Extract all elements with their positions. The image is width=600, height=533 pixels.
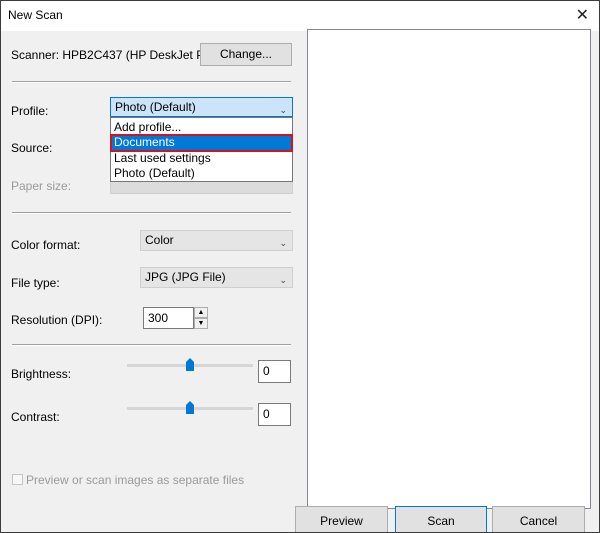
brightness-input[interactable]: 0 (258, 360, 291, 383)
brightness-slider[interactable] (127, 358, 253, 371)
new-scan-window: New Scan ✕ Scanner: HPB2C437 (HP DeskJet… (0, 0, 600, 533)
profile-option-documents[interactable]: Documents (110, 134, 293, 152)
contrast-input[interactable]: 0 (258, 403, 291, 426)
profile-label: Profile: (11, 104, 49, 118)
file-type-select[interactable]: JPG (JPG File) ⌄ (140, 267, 293, 288)
chevron-down-icon: ⌄ (279, 275, 287, 285)
paper-size-label: Paper size: (11, 179, 72, 193)
profile-option-add-profile[interactable]: Add profile... (111, 120, 292, 136)
separator (12, 212, 291, 214)
color-format-value: Color (145, 233, 174, 247)
profile-selected-value: Photo (Default) (115, 100, 196, 114)
profile-option-photo-default[interactable]: Photo (Default) (111, 166, 292, 182)
resolution-input[interactable]: 300 (143, 307, 194, 329)
scan-button[interactable]: Scan (395, 506, 487, 532)
profile-dropdown-list: Add profile... Documents Last used setti… (110, 117, 293, 182)
profile-option-last-used-settings[interactable]: Last used settings (111, 151, 292, 167)
contrast-slider[interactable] (127, 401, 253, 414)
contrast-label: Contrast: (11, 410, 60, 424)
color-format-label: Color format: (11, 238, 81, 252)
profile-select[interactable]: Photo (Default) ⌄ (110, 97, 293, 117)
scanner-label: Scanner: HPB2C437 (HP DeskJet Pl... (11, 48, 217, 62)
close-icon[interactable]: ✕ (576, 5, 589, 25)
source-label: Source: (11, 141, 53, 155)
resolution-label: Resolution (DPI): (11, 313, 103, 327)
color-format-select[interactable]: Color ⌄ (140, 230, 293, 251)
separate-files-checkbox[interactable] (12, 474, 23, 485)
brightness-slider-thumb[interactable] (186, 358, 194, 371)
separator (12, 344, 291, 346)
chevron-down-icon: ⌄ (279, 238, 287, 248)
brightness-label: Brightness: (11, 367, 72, 381)
title-bar: New Scan ✕ (1, 1, 599, 31)
spin-down-icon[interactable]: ▼ (194, 318, 208, 329)
separator (12, 81, 291, 83)
change-scanner-button[interactable]: Change... (200, 43, 292, 66)
cancel-button[interactable]: Cancel (492, 506, 585, 532)
spin-up-icon[interactable]: ▲ (194, 307, 208, 318)
separate-files-label: Preview or scan images as separate files (26, 473, 245, 487)
file-type-label: File type: (11, 276, 60, 290)
contrast-slider-thumb[interactable] (186, 401, 194, 414)
window-title: New Scan (8, 8, 63, 22)
preview-area (307, 29, 591, 509)
preview-button[interactable]: Preview (295, 506, 388, 532)
file-type-value: JPG (JPG File) (145, 270, 226, 284)
